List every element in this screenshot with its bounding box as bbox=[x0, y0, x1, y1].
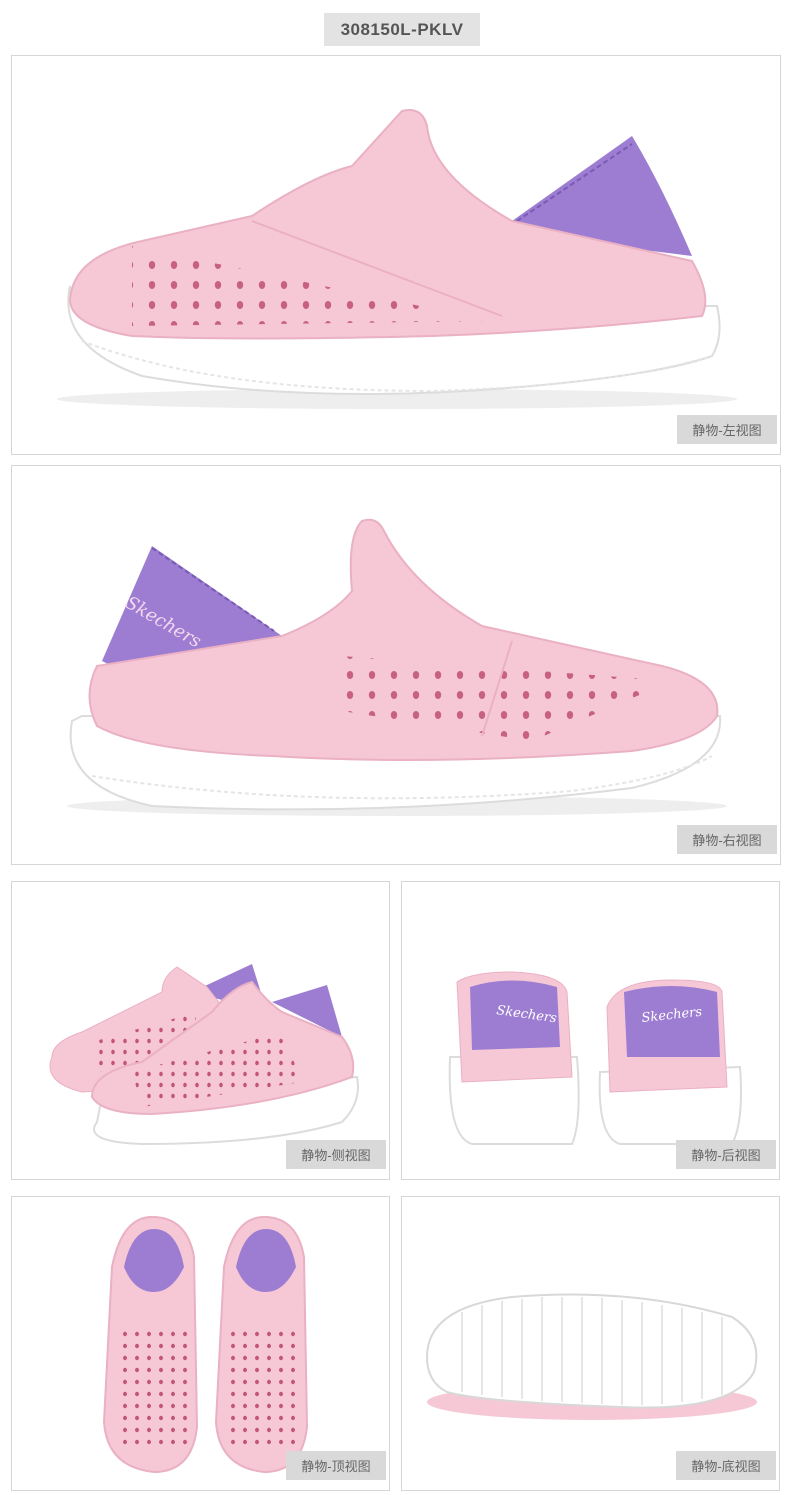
shoe-back-view-image: Skechers Skechers bbox=[448, 971, 742, 1145]
caption-side-view: 静物-侧视图 bbox=[286, 1140, 386, 1169]
shoe-right-view-image: Skechers bbox=[67, 518, 727, 816]
caption-bottom-view: 静物-底视图 bbox=[676, 1451, 776, 1480]
shoe-bottom-view-image bbox=[425, 1293, 758, 1420]
right-view-panel: Skechers 静物-右视图 bbox=[11, 465, 781, 865]
shoe-left-view-image bbox=[57, 109, 737, 409]
caption-left-view: 静物-左视图 bbox=[677, 415, 777, 444]
left-view-panel: 静物-左视图 bbox=[11, 55, 781, 455]
caption-right-view: 静物-右视图 bbox=[677, 825, 777, 854]
shoe-side-view-image bbox=[49, 964, 359, 1146]
shoe-top-view-image bbox=[102, 1215, 309, 1474]
top-view-panel: 静物-顶视图 bbox=[11, 1196, 390, 1491]
caption-back-view: 静物-后视图 bbox=[676, 1140, 776, 1169]
caption-top-view: 静物-顶视图 bbox=[286, 1451, 386, 1480]
side-view-panel: 静物-侧视图 bbox=[11, 881, 390, 1180]
bottom-view-panel: 静物-底视图 bbox=[401, 1196, 780, 1491]
back-view-panel: Skechers Skechers 静物-后视图 bbox=[401, 881, 780, 1180]
product-sku-label: 308150L-PKLV bbox=[324, 13, 480, 46]
